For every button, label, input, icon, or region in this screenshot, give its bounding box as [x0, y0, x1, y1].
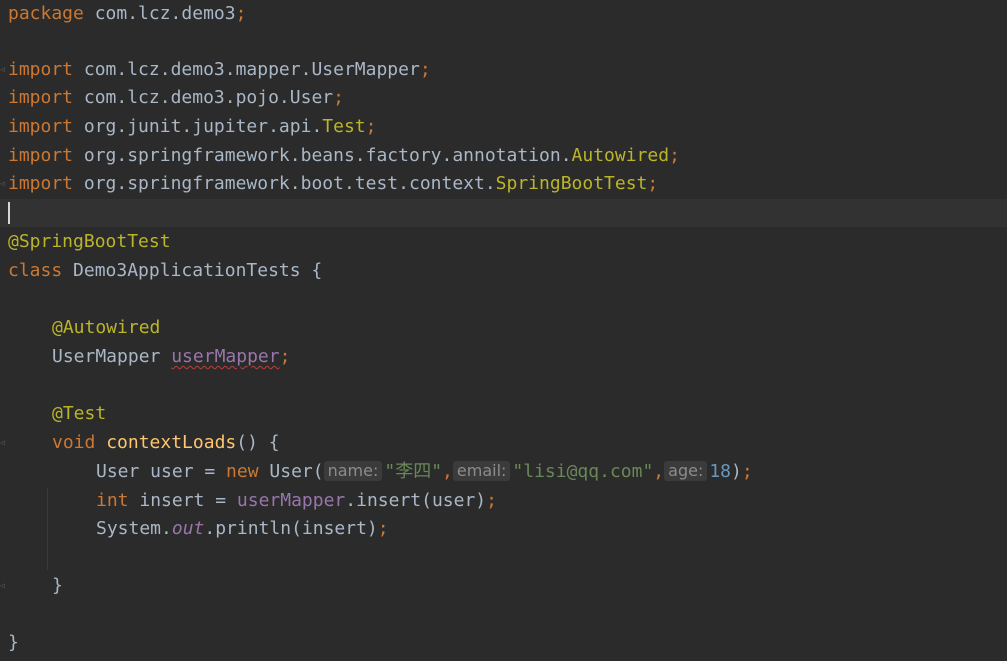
void-keyword: void [52, 432, 96, 453]
code-line-import[interactable]: import org.junit.jupiter.api.Test; [0, 113, 1007, 141]
code-line-class[interactable]: class Demo3ApplicationTests { [0, 257, 1007, 285]
code-line-method[interactable]: ◁ void contextLoads() { [0, 429, 1007, 457]
parameter-hint: email: [452, 461, 511, 481]
semicolon: ; [377, 518, 389, 539]
fold-marker-icon[interactable]: ◁ [0, 179, 7, 189]
semicolon: ; [419, 59, 431, 80]
import-class: UserMapper [311, 59, 420, 80]
import-package: org.junit.jupiter.api. [73, 116, 323, 137]
class-name: Demo3ApplicationTests { [62, 260, 323, 281]
package-keyword: package [8, 3, 84, 24]
code-line-brace[interactable]: } [0, 629, 1007, 657]
method-call: .insert(user) [345, 490, 487, 511]
parameter-hint: age: [664, 461, 708, 481]
fold-marker-icon[interactable]: ◁ [0, 438, 7, 448]
semicolon: ; [669, 145, 680, 166]
semicolon: ; [333, 87, 344, 108]
fold-marker-icon[interactable]: ◁ [0, 581, 7, 591]
int-keyword: int [96, 490, 129, 511]
import-keyword: import [8, 173, 74, 194]
fold-marker-icon[interactable]: ◁ [0, 65, 7, 75]
statement-prefix: User user = [96, 461, 227, 482]
import-keyword: import [8, 59, 74, 80]
system-class: System. [96, 518, 172, 539]
class-annotation: @SpringBootTest [8, 231, 171, 252]
import-package: com.lcz.demo3.mapper. [73, 59, 312, 80]
indent-guide [47, 488, 48, 570]
code-line-import[interactable]: ◁ import org.springframework.boot.test.c… [0, 170, 1007, 198]
code-line-import[interactable]: import org.springframework.beans.factory… [0, 142, 1007, 170]
method-name: contextLoads [106, 432, 237, 453]
semicolon: ; [235, 3, 247, 24]
field-name: userMapper [171, 346, 280, 367]
code-line-annotation[interactable]: @Autowired [0, 314, 1007, 342]
package-name: com.lcz.demo3 [83, 3, 236, 24]
comma: , [653, 461, 665, 482]
string-literal: "lisi@qq.com" [512, 461, 654, 482]
constructor-call: User( [258, 461, 324, 482]
closing-brace: } [8, 632, 19, 653]
closing-paren: ) [731, 461, 742, 482]
code-line-annotation[interactable]: @SpringBootTest [0, 228, 1007, 256]
static-field: out [171, 518, 205, 539]
method-call: .println(insert) [204, 518, 378, 539]
code-line-statement[interactable]: System.out.println(insert); [0, 515, 1007, 543]
import-package: com.lcz.demo3.pojo. [73, 87, 290, 108]
closing-brace: } [52, 575, 63, 596]
semicolon: ; [741, 461, 753, 482]
import-class: SpringBootTest [495, 173, 648, 194]
code-line-annotation[interactable]: @Test [0, 400, 1007, 428]
code-line-current[interactable] [0, 199, 1007, 227]
code-line-package[interactable]: package com.lcz.demo3; [0, 0, 1007, 28]
import-class: Test [322, 116, 366, 137]
code-editor[interactable]: package com.lcz.demo3; ◁ import com.lcz.… [0, 0, 1007, 661]
semicolon: ; [486, 490, 497, 511]
text-caret [8, 202, 10, 224]
code-line-statement[interactable]: User user = new User(name: "李四", email: "li… [0, 458, 1007, 486]
test-annotation: @Test [52, 403, 107, 424]
import-class: User [289, 87, 334, 108]
semicolon: ; [279, 346, 291, 367]
import-keyword: import [8, 145, 74, 166]
code-line-import[interactable]: ◁ import com.lcz.demo3.mapper.UserMapper… [0, 56, 1007, 84]
field-type: UserMapper [52, 346, 172, 367]
new-keyword: new [226, 461, 259, 482]
code-line-brace[interactable]: ◁ } [0, 572, 1007, 600]
import-package: org.springframework.boot.test.context. [73, 173, 496, 194]
number-literal: 18 [709, 461, 732, 482]
import-keyword: import [8, 87, 74, 108]
field-annotation: @Autowired [52, 317, 161, 338]
field-reference: userMapper [236, 490, 346, 511]
import-keyword: import [8, 116, 74, 137]
code-line-import[interactable]: import com.lcz.demo3.pojo.User; [0, 84, 1007, 112]
method-signature-rest: () { [236, 432, 280, 453]
class-keyword: class [8, 260, 63, 281]
semicolon: ; [647, 173, 659, 194]
string-literal: "李四" [384, 461, 443, 482]
code-line-field[interactable]: UserMapper userMapper; [0, 343, 1007, 371]
code-line-statement[interactable]: int insert = userMapper.insert(user); [0, 487, 1007, 515]
variable-decl: insert = [128, 490, 237, 511]
import-class: Autowired [571, 145, 670, 166]
import-package: org.springframework.beans.factory.annota… [73, 145, 572, 166]
parameter-hint: name: [323, 461, 383, 481]
comma: , [442, 461, 453, 482]
semicolon: ; [365, 116, 377, 137]
